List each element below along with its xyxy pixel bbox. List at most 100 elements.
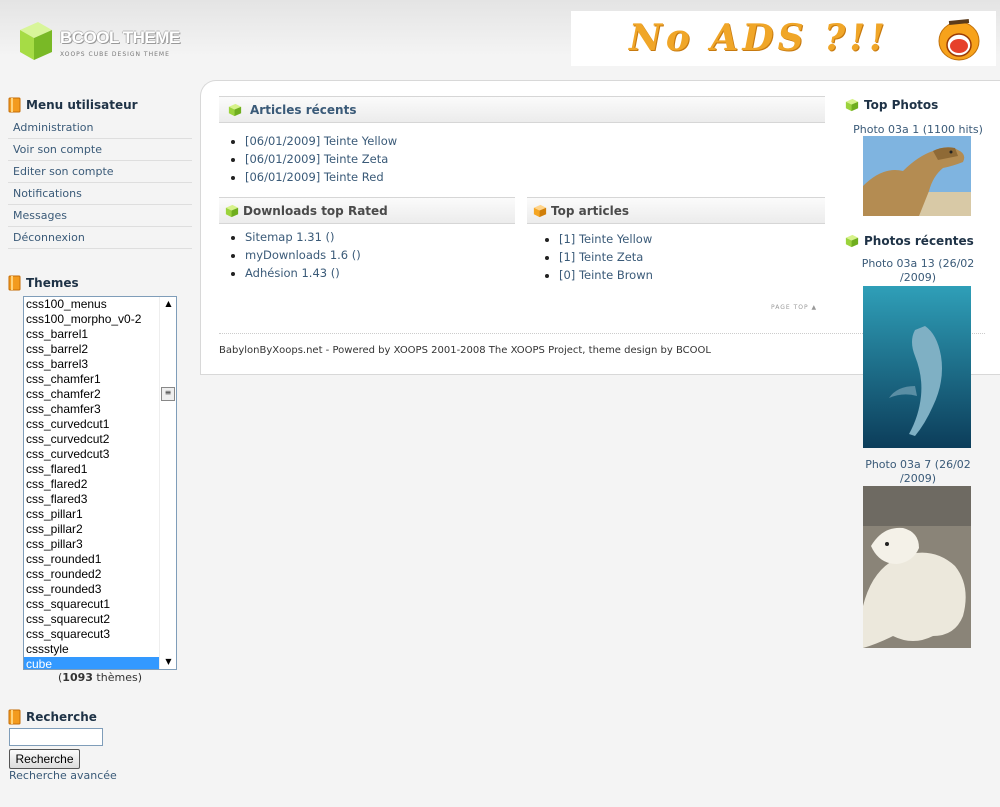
site-logo[interactable]: BCOOL THEME XOOPS CUBE DESIGN THEME: [18, 20, 188, 66]
search-title-text: Recherche: [26, 710, 97, 724]
page-header: BCOOL THEME XOOPS CUBE DESIGN THEME No A…: [0, 0, 1000, 80]
article-link[interactable]: [06/01/2009] Teinte Zeta: [245, 152, 388, 166]
page-top-link[interactable]: PAGE TOP ▲: [771, 304, 817, 311]
theme-option[interactable]: css_flared2: [24, 477, 160, 492]
article-link[interactable]: [06/01/2009] Teinte Red: [245, 170, 384, 184]
article-link[interactable]: [1] Teinte Yellow: [559, 232, 652, 246]
search-button[interactable]: Recherche: [9, 749, 80, 769]
theme-option[interactable]: css_barrel3: [24, 357, 160, 372]
downloads-top-title: Downloads top Rated: [243, 204, 388, 218]
theme-option[interactable]: css_rounded1: [24, 552, 160, 567]
recent-articles-title: Articles récents: [250, 103, 357, 117]
list-item[interactable]: [06/01/2009] Teinte Red: [245, 168, 397, 186]
list-item[interactable]: Adhésion 1.43 (): [245, 264, 361, 282]
dolphin-photo[interactable]: [863, 286, 971, 448]
themes-title-text: Themes: [26, 276, 79, 290]
theme-option[interactable]: css_barrel1: [24, 327, 160, 342]
theme-option[interactable]: css_curvedcut2: [24, 432, 160, 447]
scroll-up-arrow-icon[interactable]: ▲: [160, 297, 176, 311]
theme-option[interactable]: css_chamfer2: [24, 387, 160, 402]
user-menu-title: Menu utilisateur: [0, 94, 200, 116]
theme-option[interactable]: css_barrel2: [24, 342, 160, 357]
logo-cube-icon: [20, 22, 52, 60]
search-title: Recherche: [0, 706, 200, 728]
menu-item-notifications[interactable]: Notifications: [8, 183, 192, 205]
menu-item-administration[interactable]: Administration: [8, 117, 192, 139]
theme-option[interactable]: css_rounded2: [24, 567, 160, 582]
theme-option[interactable]: cube: [24, 657, 160, 669]
scroll-down-arrow-icon[interactable]: ▼: [160, 655, 176, 669]
menu-item-deconnexion[interactable]: Déconnexion: [8, 227, 192, 249]
theme-option[interactable]: css_curvedcut3: [24, 447, 160, 462]
top-photos-header: Top Photos: [836, 94, 1000, 116]
theme-option[interactable]: css_flared1: [24, 462, 160, 477]
list-item[interactable]: Sitemap 1.31 (): [245, 228, 361, 246]
menu-item-messages[interactable]: Messages: [8, 205, 192, 227]
book-icon: [8, 97, 21, 113]
up-arrow-icon: ▲: [811, 304, 818, 311]
ad-banner[interactable]: No ADS ?!!: [571, 11, 996, 66]
recent-photo-caption[interactable]: Photo 03a 13 (26/02 /2009): [836, 257, 1000, 285]
top-articles-title: Top articles: [551, 204, 629, 218]
theme-option[interactable]: css_chamfer1: [24, 372, 160, 387]
green-cube-icon: [228, 103, 242, 117]
theme-option[interactable]: css_flared3: [24, 492, 160, 507]
user-menu-title-text: Menu utilisateur: [26, 98, 138, 112]
theme-option[interactable]: css_squarecut2: [24, 612, 160, 627]
theme-option[interactable]: css_rounded3: [24, 582, 160, 597]
list-item[interactable]: [1] Teinte Yellow: [559, 230, 653, 248]
advanced-search-link[interactable]: Recherche avancée: [9, 769, 117, 782]
list-item[interactable]: [06/01/2009] Teinte Yellow: [245, 132, 397, 150]
menu-item-voir-compte[interactable]: Voir son compte: [8, 139, 192, 161]
theme-option[interactable]: css_pillar3: [24, 537, 160, 552]
search-input[interactable]: [9, 728, 103, 746]
top-photo-caption[interactable]: Photo 03a 1 (1100 hits): [836, 123, 1000, 137]
scroll-thumb[interactable]: ≡: [161, 387, 175, 401]
book-icon: [8, 275, 21, 291]
download-link[interactable]: Adhésion 1.43 (): [245, 266, 340, 280]
download-link[interactable]: myDownloads 1.6 (): [245, 248, 361, 262]
theme-option[interactable]: cssstyle: [24, 642, 160, 657]
polar-bear-photo[interactable]: [863, 486, 971, 648]
user-menu-list: Administration Voir son compte Editer so…: [0, 117, 192, 249]
green-cube-icon: [225, 204, 239, 218]
theme-option[interactable]: css100_menus: [24, 297, 160, 312]
theme-option[interactable]: css_curvedcut1: [24, 417, 160, 432]
theme-option[interactable]: css100_morpho_v0-2: [24, 312, 160, 327]
theme-select-list[interactable]: css100_menus css100_morpho_v0-2 css_barrel…: [23, 296, 177, 670]
recent-photos-title: Photos récentes: [864, 234, 974, 248]
list-item[interactable]: [06/01/2009] Teinte Zeta: [245, 150, 397, 168]
orange-cube-icon: [533, 204, 547, 218]
caption-line: /2009): [900, 271, 936, 284]
green-cube-icon: [845, 98, 859, 112]
recent-articles-header: Articles récents: [219, 96, 825, 123]
theme-option[interactable]: css_squarecut3: [24, 627, 160, 642]
theme-option[interactable]: css_pillar2: [24, 522, 160, 537]
logo-name: BCOOL THEME: [60, 28, 180, 47]
theme-list-scrollbar[interactable]: ▲ ≡ ▼: [159, 297, 176, 669]
theme-option[interactable]: css_squarecut1: [24, 597, 160, 612]
top-articles-header: Top articles: [527, 197, 825, 224]
list-item[interactable]: [0] Teinte Brown: [559, 266, 653, 284]
article-link[interactable]: [06/01/2009] Teinte Yellow: [245, 134, 397, 148]
page-top-label: PAGE TOP: [771, 304, 809, 311]
theme-option[interactable]: css_pillar1: [24, 507, 160, 522]
camel-photo[interactable]: [863, 136, 971, 216]
caption-line: Photo 03a 7 (26/02: [865, 458, 971, 471]
menu-item-editer-compte[interactable]: Editer son compte: [8, 161, 192, 183]
banner-text: No ADS ?!!: [629, 17, 889, 59]
recent-photo-caption[interactable]: Photo 03a 7 (26/02 /2009): [836, 458, 1000, 486]
caption-line: /2009): [900, 472, 936, 485]
article-link[interactable]: [0] Teinte Brown: [559, 268, 653, 282]
themes-count-number: 1093: [62, 671, 93, 684]
list-item[interactable]: myDownloads 1.6 (): [245, 246, 361, 264]
article-link[interactable]: [1] Teinte Zeta: [559, 250, 643, 264]
list-item[interactable]: [1] Teinte Zeta: [559, 248, 653, 266]
theme-option[interactable]: css_chamfer3: [24, 402, 160, 417]
book-icon: [8, 709, 21, 725]
caption-line: Photo 03a 13 (26/02: [861, 257, 975, 270]
theme-options: css100_menus css100_morpho_v0-2 css_barrel…: [24, 297, 160, 669]
themes-count: (1093 thèmes): [58, 671, 142, 684]
recent-articles-list: [06/01/2009] Teinte Yellow [06/01/2009] …: [219, 132, 397, 186]
download-link[interactable]: Sitemap 1.31 (): [245, 230, 335, 244]
